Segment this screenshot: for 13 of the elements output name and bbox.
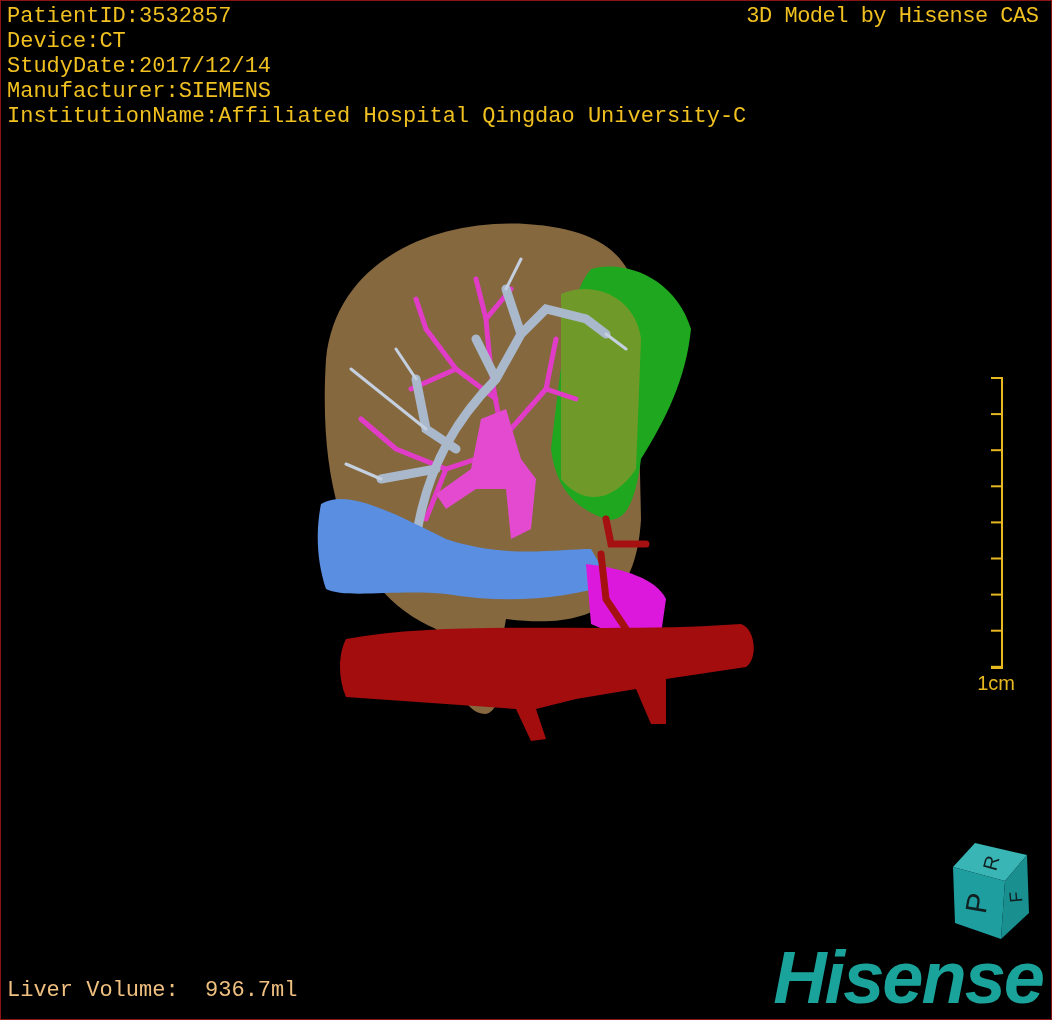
study-info-line: InstitutionName:Affiliated Hospital Qingdao University-C bbox=[7, 104, 747, 129]
cube-face-label: R bbox=[978, 853, 1004, 873]
cube-face-label: P bbox=[959, 890, 995, 916]
viewer-title: 3D Model by Hisense CAS bbox=[746, 4, 1039, 29]
study-info-line: StudyDate:2017/12/14 bbox=[7, 54, 273, 79]
study-info-line: PatientID:3532857 bbox=[7, 4, 233, 29]
cube-face-label: F bbox=[1005, 890, 1027, 904]
orientation-cube[interactable]: P R F bbox=[935, 841, 1031, 941]
brand-logo: Hisense bbox=[773, 941, 1043, 1015]
study-info-line: Device:CT bbox=[7, 29, 127, 54]
scale-label: 1cm bbox=[977, 671, 1015, 695]
liver-volume-readout: Liver Volume: 936.7ml bbox=[7, 977, 298, 1005]
study-info-line: Manufacturer:SIEMENS bbox=[7, 79, 273, 104]
